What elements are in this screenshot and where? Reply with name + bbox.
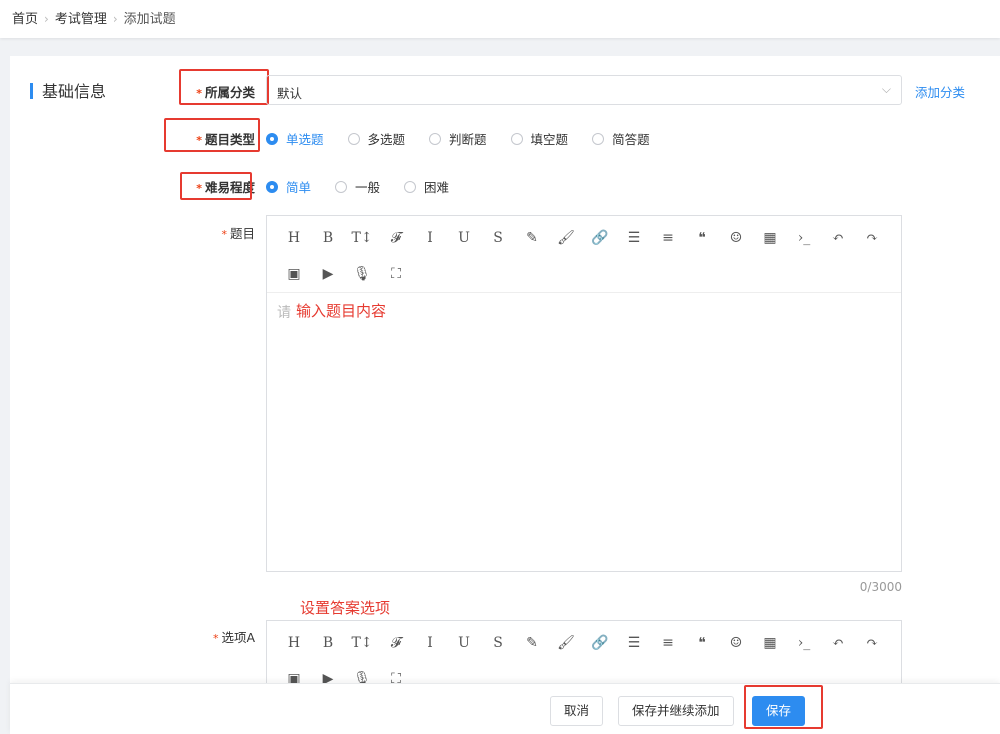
add-category-link[interactable]: 添加分类: [915, 82, 965, 101]
link-icon[interactable]: 🔗: [583, 220, 617, 256]
list-icon[interactable]: ☰: [617, 220, 651, 256]
radio-true-false[interactable]: 判断题: [429, 129, 487, 148]
image-icon[interactable]: ▣: [277, 256, 311, 292]
category-select[interactable]: 默认 ⌵: [266, 75, 902, 105]
font-size-icon[interactable]: T↕: [345, 625, 379, 661]
emoji-icon[interactable]: ☺: [719, 625, 753, 661]
heading-icon[interactable]: H: [277, 625, 311, 661]
underline-icon[interactable]: U: [447, 220, 481, 256]
fullscreen-icon[interactable]: ⛶: [379, 256, 413, 292]
table-icon[interactable]: ▦: [753, 625, 787, 661]
breadcrumb-current: 添加试题: [123, 12, 176, 27]
strikethrough-icon[interactable]: S: [481, 220, 515, 256]
italic-icon[interactable]: I: [413, 625, 447, 661]
breadcrumb-section[interactable]: 考试管理: [55, 12, 107, 27]
code-icon[interactable]: ›_: [787, 625, 821, 661]
quote-icon[interactable]: ❝: [685, 220, 719, 256]
align-icon[interactable]: ≡: [651, 625, 685, 661]
required-mark: *: [196, 134, 202, 147]
microphone-icon[interactable]: 🎙: [345, 256, 379, 292]
redo-icon[interactable]: ↷: [855, 220, 889, 256]
font-color-icon[interactable]: ✎: [515, 625, 549, 661]
brush-icon[interactable]: 🖌: [549, 220, 583, 256]
category-value: 默认: [277, 86, 303, 101]
chevron-right-icon: ›: [112, 12, 118, 26]
radio-dot: [266, 180, 278, 193]
redo-icon[interactable]: ↷: [855, 625, 889, 661]
italic-icon[interactable]: I: [413, 220, 447, 256]
cancel-button[interactable]: 取消: [550, 696, 604, 726]
radio-dot: [592, 132, 605, 145]
radio-short-answer[interactable]: 简答题: [592, 129, 650, 148]
annotation-question-content: 输入题目内容: [296, 302, 387, 320]
radio-dot: [335, 180, 348, 193]
editor-placeholder: 请: [277, 305, 291, 321]
heading-icon[interactable]: H: [277, 220, 311, 256]
radio-multiple-choice[interactable]: 多选题: [347, 129, 405, 148]
required-mark: *: [196, 182, 202, 195]
radio-easy[interactable]: 简单: [266, 177, 311, 196]
brush-icon[interactable]: 🖌: [549, 625, 583, 661]
radio-dot: [510, 132, 523, 145]
radio-single-choice[interactable]: 单选题: [266, 129, 324, 148]
editor-toolbar: H B T↕ 𝓕 I U S ✎ 🖌 🔗 ☰ ≡ ❝ ☺ ▦ ›_ ↶ ↷ ▣ …: [267, 216, 901, 293]
radio-dot: [404, 180, 417, 193]
breadcrumb: 首页 › 考试管理 › 添加试题: [12, 8, 176, 27]
required-mark: *: [212, 632, 219, 645]
required-mark: *: [221, 228, 227, 241]
undo-icon[interactable]: ↶: [821, 625, 855, 661]
table-icon[interactable]: ▦: [753, 220, 787, 256]
align-icon[interactable]: ≡: [651, 220, 685, 256]
question-editor[interactable]: H B T↕ 𝓕 I U S ✎ 🖌 🔗 ☰ ≡ ❝ ☺ ▦ ›_ ↶ ↷ ▣ …: [266, 215, 902, 572]
font-family-icon[interactable]: 𝓕: [379, 220, 413, 256]
quote-icon[interactable]: ❝: [685, 625, 719, 661]
footer-actions: 取消 保存并继续添加 保存: [10, 683, 1000, 734]
list-icon[interactable]: ☰: [617, 625, 651, 661]
question-type-label: * 题目类型: [196, 132, 255, 147]
bold-icon[interactable]: B: [311, 220, 345, 256]
breadcrumb-home[interactable]: 首页: [12, 12, 38, 27]
radio-dot: [347, 132, 360, 145]
code-icon[interactable]: ›_: [787, 220, 821, 256]
font-family-icon[interactable]: 𝓕: [379, 625, 413, 661]
radio-fill-blank[interactable]: 填空题: [510, 129, 568, 148]
save-and-continue-button[interactable]: 保存并继续添加: [618, 696, 734, 726]
radio-hard[interactable]: 困难: [404, 177, 449, 196]
undo-icon[interactable]: ↶: [821, 220, 855, 256]
strikethrough-icon[interactable]: S: [481, 625, 515, 661]
option-a-label: * 选项A: [212, 630, 255, 645]
link-icon[interactable]: 🔗: [583, 625, 617, 661]
question-type-radio-group: 单选题 多选题 判断题 填空题 简答题: [266, 129, 674, 148]
radio-dot: [266, 132, 278, 145]
radio-dot: [429, 132, 442, 145]
save-button[interactable]: 保存: [752, 696, 806, 726]
required-mark: *: [196, 87, 202, 100]
chevron-right-icon: ›: [44, 12, 49, 26]
difficulty-radio-group: 简单 一般 困难: [266, 177, 473, 196]
radio-medium[interactable]: 一般: [335, 177, 380, 196]
emoji-icon[interactable]: ☺: [719, 220, 753, 256]
font-size-icon[interactable]: T↕: [345, 220, 379, 256]
difficulty-label: * 难易程度: [196, 180, 255, 195]
top-bar: 首页 › 考试管理 › 添加试题: [0, 0, 1000, 38]
form-card: 基础信息 * 所属分类 默认 ⌵ 添加分类 * 题目类型 单选题 多选题 判断题 填…: [10, 56, 1000, 733]
chevron-down-icon: ⌵: [881, 82, 891, 96]
section-title: 基础信息: [30, 78, 106, 102]
bold-icon[interactable]: B: [311, 625, 345, 661]
category-label: * 所属分类: [196, 85, 255, 100]
char-counter: 0/3000: [859, 580, 902, 594]
underline-icon[interactable]: U: [447, 625, 481, 661]
font-color-icon[interactable]: ✎: [515, 220, 549, 256]
video-icon[interactable]: ▶: [311, 256, 345, 292]
annotation-answer-options: 设置答案选项: [300, 599, 391, 617]
question-label: * 题目: [221, 226, 255, 241]
